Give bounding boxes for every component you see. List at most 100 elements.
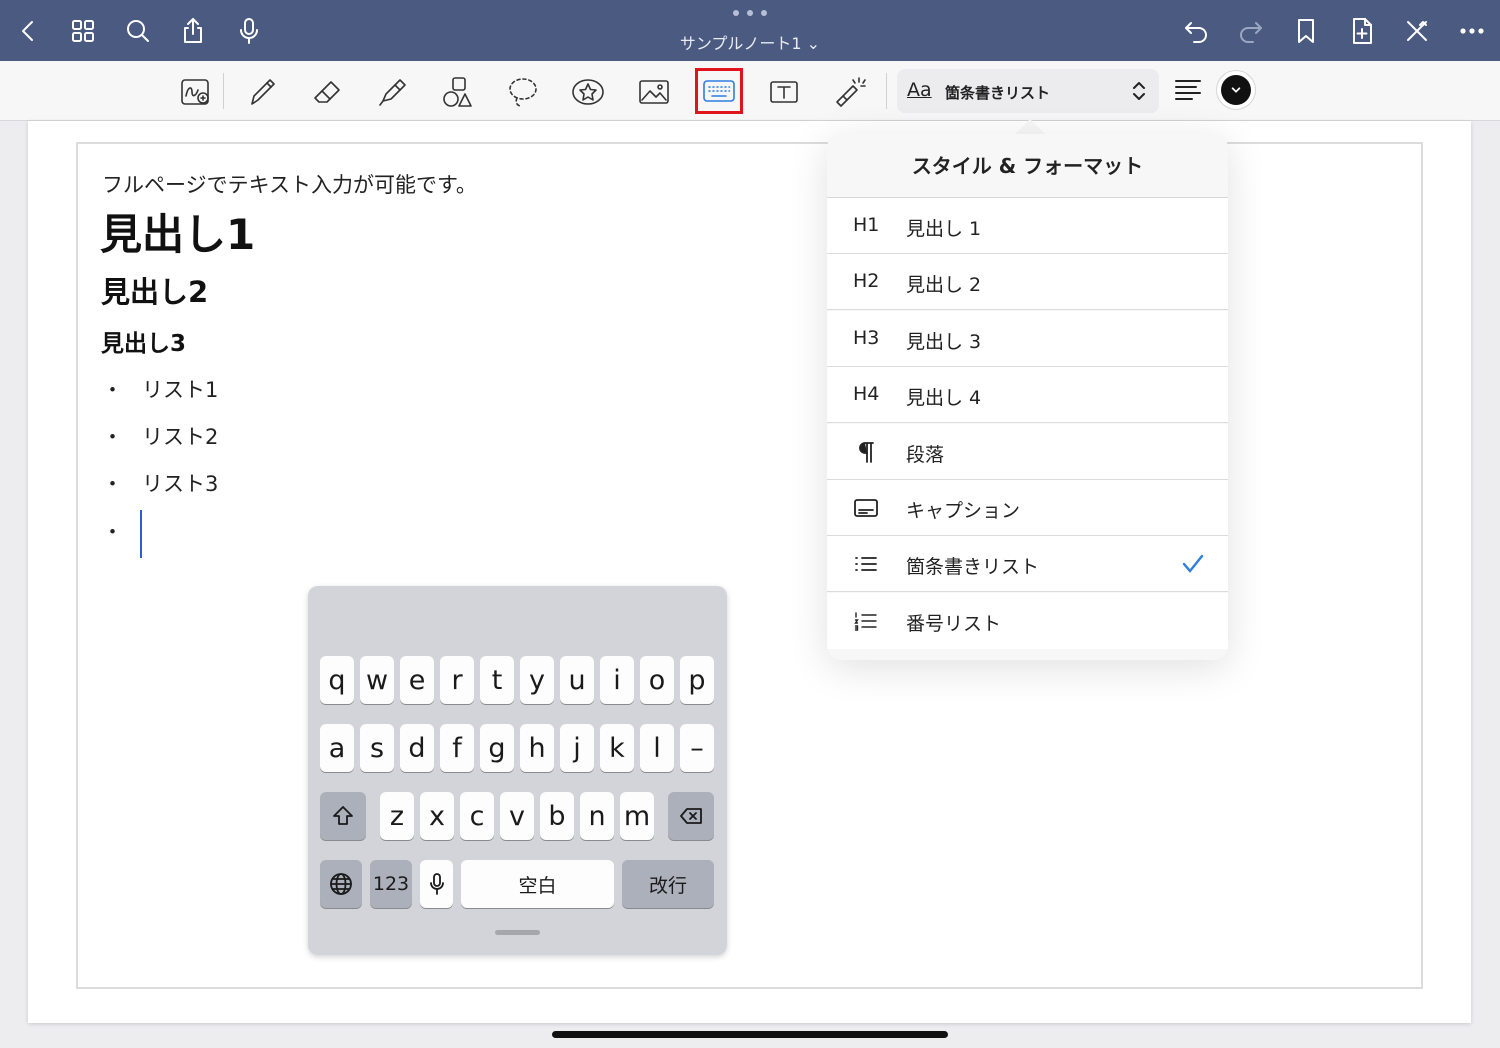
key-q[interactable]: q — [320, 656, 354, 704]
image-tool-icon[interactable] — [630, 69, 678, 115]
back-icon[interactable] — [8, 11, 48, 51]
key-i[interactable]: i — [600, 656, 634, 704]
style-option-h2[interactable]: H2 見出し 2 — [827, 254, 1228, 310]
text-box-tool-icon[interactable] — [760, 69, 808, 115]
key-g[interactable]: g — [480, 724, 514, 772]
style-label: 見出し 4 — [906, 387, 982, 409]
search-icon[interactable] — [118, 11, 158, 51]
home-indicator[interactable] — [552, 1031, 948, 1038]
style-option-paragraph[interactable]: 段落 — [827, 424, 1228, 480]
key-b[interactable]: b — [540, 792, 574, 840]
heading-3[interactable]: 見出し3 — [101, 324, 186, 358]
text-color-button[interactable] — [1216, 70, 1256, 110]
shape-tool-icon[interactable] — [433, 69, 481, 115]
note-page: フルページでテキスト入力が可能です。 見出し1 見出し2 見出し3 ・ リスト1… — [28, 121, 1471, 1023]
list-item-text: リスト2 — [142, 425, 219, 449]
key-m[interactable]: m — [620, 792, 654, 840]
zoom-window-icon[interactable] — [172, 69, 220, 115]
floating-keyboard: q w e r t y u i o p a s d f g h j k l – … — [308, 586, 727, 955]
key-w[interactable]: w — [360, 656, 394, 704]
pilcrow-icon — [859, 442, 874, 463]
key-v[interactable]: v — [500, 792, 534, 840]
style-option-caption[interactable]: キャプション — [827, 480, 1228, 536]
numbers-key[interactable]: 123 — [370, 860, 412, 908]
shift-icon — [333, 806, 353, 825]
style-option-h1[interactable]: H1 見出し 1 — [827, 198, 1228, 254]
key-j[interactable]: j — [560, 724, 594, 772]
microphone-icon[interactable] — [229, 11, 269, 51]
key-t[interactable]: t — [480, 656, 514, 704]
globe-key[interactable] — [320, 860, 362, 908]
sticker-tool-icon[interactable] — [564, 69, 612, 115]
text-style-picker[interactable]: Aa 箇条書きリスト — [897, 69, 1159, 113]
heading-1[interactable]: 見出し1 — [100, 201, 255, 262]
bullet-marker: ・ — [102, 520, 123, 544]
bullet-marker: ・ — [102, 378, 123, 402]
undo-icon[interactable] — [1176, 11, 1216, 51]
style-option-h3[interactable]: H3 見出し 3 — [827, 311, 1228, 367]
bullet-list-icon — [855, 557, 877, 571]
key-e[interactable]: e — [400, 656, 434, 704]
key-y[interactable]: y — [520, 656, 554, 704]
key-d[interactable]: d — [400, 724, 434, 772]
close-pen-icon[interactable] — [1397, 11, 1437, 51]
style-label: 段落 — [906, 444, 945, 466]
bullet-marker: ・ — [102, 425, 123, 449]
intro-text[interactable]: フルページでテキスト入力が可能です。 — [102, 169, 477, 199]
bookmark-icon[interactable] — [1286, 11, 1326, 51]
multitasking-dots-icon[interactable] — [733, 10, 767, 18]
style-label: キャプション — [906, 500, 1021, 522]
globe-icon — [330, 873, 352, 895]
share-icon[interactable] — [173, 11, 213, 51]
key-p[interactable]: p — [680, 656, 714, 704]
key-x[interactable]: x — [420, 792, 454, 840]
lasso-tool-icon[interactable] — [499, 69, 547, 115]
key-k[interactable]: k — [600, 724, 634, 772]
style-option-numbered-list[interactable]: 番号リスト — [827, 593, 1228, 649]
style-code: H3 — [853, 327, 880, 349]
popover-title: スタイル & フォーマット — [911, 154, 1144, 178]
caption-icon — [854, 499, 878, 517]
key-h[interactable]: h — [520, 724, 554, 772]
document-title[interactable]: サンプルノート1 ⌄ — [600, 30, 900, 54]
space-key[interactable]: 空白 — [461, 860, 614, 908]
eraser-tool-icon[interactable] — [303, 69, 351, 115]
keyboard-drag-handle[interactable] — [495, 930, 540, 935]
highlighter-tool-icon[interactable] — [368, 69, 416, 115]
key-dash[interactable]: – — [680, 724, 714, 772]
style-code: H4 — [853, 383, 880, 405]
add-page-icon[interactable] — [1342, 11, 1382, 51]
key-r[interactable]: r — [440, 656, 474, 704]
pen-tool-icon[interactable] — [238, 69, 286, 115]
key-o[interactable]: o — [640, 656, 674, 704]
dictation-key[interactable] — [420, 860, 453, 908]
shift-key[interactable] — [320, 792, 366, 840]
microphone-icon — [429, 873, 444, 895]
key-u[interactable]: u — [560, 656, 594, 704]
return-key[interactable]: 改行 — [622, 860, 714, 908]
keyboard-tool-icon[interactable] — [695, 68, 743, 114]
more-icon[interactable] — [1452, 11, 1492, 51]
key-s[interactable]: s — [360, 724, 394, 772]
grid-view-icon[interactable] — [63, 11, 103, 51]
key-l[interactable]: l — [640, 724, 674, 772]
style-label: 番号リスト — [906, 613, 1002, 635]
style-code: H1 — [853, 214, 880, 236]
chevron-updown-icon — [1133, 82, 1145, 100]
style-option-bullet-list[interactable]: 箇条書きリスト — [827, 536, 1228, 592]
title-bar: サンプルノート1 ⌄ — [0, 0, 1500, 61]
list-item-text: リスト3 — [142, 472, 219, 496]
delete-key[interactable] — [668, 792, 714, 840]
key-n[interactable]: n — [580, 792, 614, 840]
font-style-icon: Aa — [907, 79, 932, 101]
key-f[interactable]: f — [440, 724, 474, 772]
key-c[interactable]: c — [460, 792, 494, 840]
redo-icon[interactable] — [1231, 11, 1271, 51]
laser-pointer-tool-icon[interactable] — [825, 69, 873, 115]
key-z[interactable]: z — [380, 792, 414, 840]
text-align-icon[interactable] — [1170, 75, 1206, 107]
key-a[interactable]: a — [320, 724, 354, 772]
style-option-h4[interactable]: H4 見出し 4 — [827, 367, 1228, 423]
heading-2[interactable]: 見出し2 — [101, 269, 208, 311]
style-label: 箇条書きリスト — [906, 556, 1040, 578]
